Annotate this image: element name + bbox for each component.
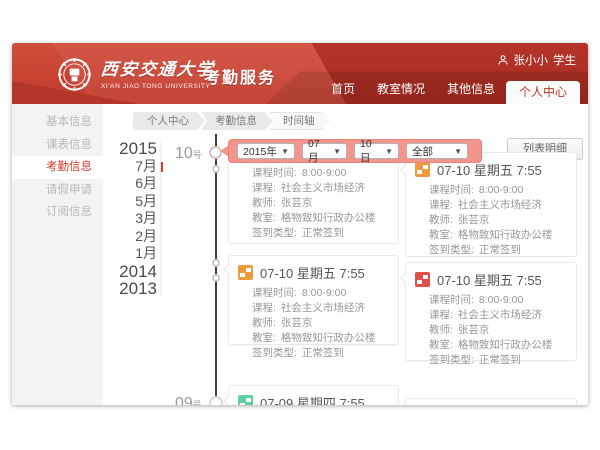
card-row: 课程:社会主义市场经济 [429, 308, 576, 323]
card-title: 07-09 星期四 7:55 [260, 393, 365, 405]
day-select[interactable]: 10日▼ [354, 143, 399, 159]
user-info[interactable]: 张小小 学生 [497, 52, 577, 68]
sidebar-item-leave-request[interactable]: 请假申请 [12, 179, 103, 202]
scale-year[interactable]: 2015 [103, 140, 157, 158]
main-nav: 首页 教室情况 其他信息 个人中心 [320, 80, 580, 104]
card-row: 教师:张芸京 [429, 323, 576, 338]
card-row: 教室:格物致知行政办公楼 [429, 338, 576, 353]
card-row: 教室:格物致知行政办公楼 [252, 211, 398, 226]
calendar-red-icon [415, 272, 430, 287]
card-row: 签到类型:正常签到 [252, 346, 398, 361]
page-body: 基本信息 课表信息 考勤信息 请假申请 订阅信息 个人中心 考勤信息 时间轴 2… [12, 104, 588, 405]
attendance-card[interactable]: 07-09 星期四 7:55 [228, 385, 399, 405]
type-select[interactable]: 全部▼ [406, 143, 468, 159]
card-title: 07-10 星期五 7:55 [437, 270, 542, 289]
card-row: 课程时间:8:00-9:00 [429, 293, 576, 308]
attendance-card[interactable] [405, 398, 577, 405]
attendance-card[interactable]: 07-10 星期五 7:55 课程时间:8:00-9:00 课程:社会主义市场经… [228, 255, 399, 345]
timeline-node [212, 274, 220, 282]
scale-month[interactable]: 3月 [103, 210, 157, 228]
timeline-node [212, 259, 220, 267]
card-row: 课程:社会主义市场经济 [252, 301, 398, 316]
university-name-en: XI'AN JIAO TONG UNIVERSITY [101, 83, 215, 90]
filter-bar: 2015年▼ 07月▼ 10日▼ 全部▼ [228, 139, 482, 163]
card-row: 课程:社会主义市场经济 [429, 198, 576, 213]
card-row: 课程时间:8:00-9:00 [252, 166, 398, 181]
sidebar-item-basic-info[interactable]: 基本信息 [12, 111, 103, 134]
scale-year[interactable]: 2014 [103, 263, 157, 281]
attendance-card[interactable]: 07-10 星期五 7:55 课程时间:8:00-9:00 课程:社会主义市场经… [405, 262, 577, 361]
app-window: 西安交通大学 XI'AN JIAO TONG UNIVERSITY 考勤服务 张… [12, 43, 588, 405]
scale-month[interactable]: 5月 [103, 193, 157, 211]
scale-year[interactable]: 2013 [103, 280, 157, 298]
timeline-node [209, 396, 223, 405]
card-row: 课程:社会主义市场经济 [252, 181, 398, 196]
nav-item-other-info[interactable]: 其他信息 [436, 80, 506, 104]
chevron-down-icon: ▼ [333, 147, 341, 156]
card-row: 课程时间:8:00-9:00 [252, 286, 398, 301]
current-month-cursor [161, 162, 163, 172]
calendar-orange-icon [238, 265, 253, 280]
card-title: 07-10 星期五 7:55 [260, 263, 365, 282]
chevron-down-icon: ▼ [281, 147, 289, 156]
university-name-cn: 西安交通大学 [100, 55, 217, 80]
user-name: 张小小 [514, 52, 549, 68]
user-role: 学生 [553, 52, 576, 68]
card-row: 教师:张芸京 [429, 213, 576, 228]
sidebar-item-timetable-info[interactable]: 课表信息 [12, 134, 103, 157]
timeline-scale: 2015 7月 6月 5月 3月 2月 1月 2014 2013 [103, 140, 157, 298]
app-title: 考勤服务 [204, 64, 276, 88]
card-row: 签到类型:正常签到 [429, 243, 576, 258]
scale-month[interactable]: 7月 [103, 158, 157, 176]
month-select[interactable]: 07月▼ [302, 143, 347, 159]
card-row: 课程时间:8:00-9:00 [429, 183, 576, 198]
sidebar: 基本信息 课表信息 考勤信息 请假申请 订阅信息 [12, 104, 103, 405]
breadcrumb: 个人中心 考勤信息 时间轴 [133, 112, 331, 130]
nav-item-home[interactable]: 首页 [320, 80, 366, 104]
scale-month[interactable]: 1月 [103, 245, 157, 263]
content-area: 个人中心 考勤信息 时间轴 2015 7月 6月 5月 3月 2月 1月 201… [103, 104, 588, 405]
breadcrumb-personal-center[interactable]: 个人中心 [133, 112, 205, 130]
sidebar-item-subscription-info[interactable]: 订阅信息 [12, 201, 103, 224]
university-logo: 西安交通大学 XI'AN JIAO TONG UNIVERSITY [57, 55, 215, 92]
sidebar-item-attendance-info[interactable]: 考勤信息 [12, 156, 103, 179]
timeline-node [212, 165, 220, 173]
day-marker-10: 10号 [175, 145, 202, 163]
card-row: 签到类型:正常签到 [429, 353, 576, 368]
scale-separator [160, 142, 161, 295]
card-row: 签到类型:正常签到 [252, 226, 398, 241]
nav-item-personal-center[interactable]: 个人中心 [506, 81, 580, 104]
university-emblem-icon [57, 57, 92, 92]
card-row: 教师:张芸京 [252, 316, 398, 331]
card-row: 教室:格物致知行政办公楼 [252, 331, 398, 346]
attendance-card[interactable]: 07-10 星期五 7:55 课程时间:8:00-9:00 课程:社会主义市场经… [405, 152, 577, 257]
day-marker-09: 09号 [175, 395, 202, 405]
nav-item-classrooms[interactable]: 教室情况 [366, 80, 436, 104]
scale-month[interactable]: 2月 [103, 228, 157, 246]
timeline-axis [215, 134, 217, 405]
card-row: 教室:格物致知行政办公楼 [429, 228, 576, 243]
card-row: 教师:张芸京 [252, 196, 398, 211]
person-icon [497, 54, 509, 66]
app-header: 西安交通大学 XI'AN JIAO TONG UNIVERSITY 考勤服务 张… [12, 43, 588, 104]
breadcrumb-timeline[interactable]: 时间轴 [269, 112, 331, 130]
calendar-green-icon [238, 395, 253, 405]
year-select[interactable]: 2015年▼ [237, 143, 295, 159]
calendar-orange-icon [415, 162, 430, 177]
chevron-down-icon: ▼ [454, 147, 462, 156]
chevron-down-icon: ▼ [385, 147, 393, 156]
scale-month[interactable]: 6月 [103, 175, 157, 193]
breadcrumb-attendance-info[interactable]: 考勤信息 [201, 112, 273, 130]
